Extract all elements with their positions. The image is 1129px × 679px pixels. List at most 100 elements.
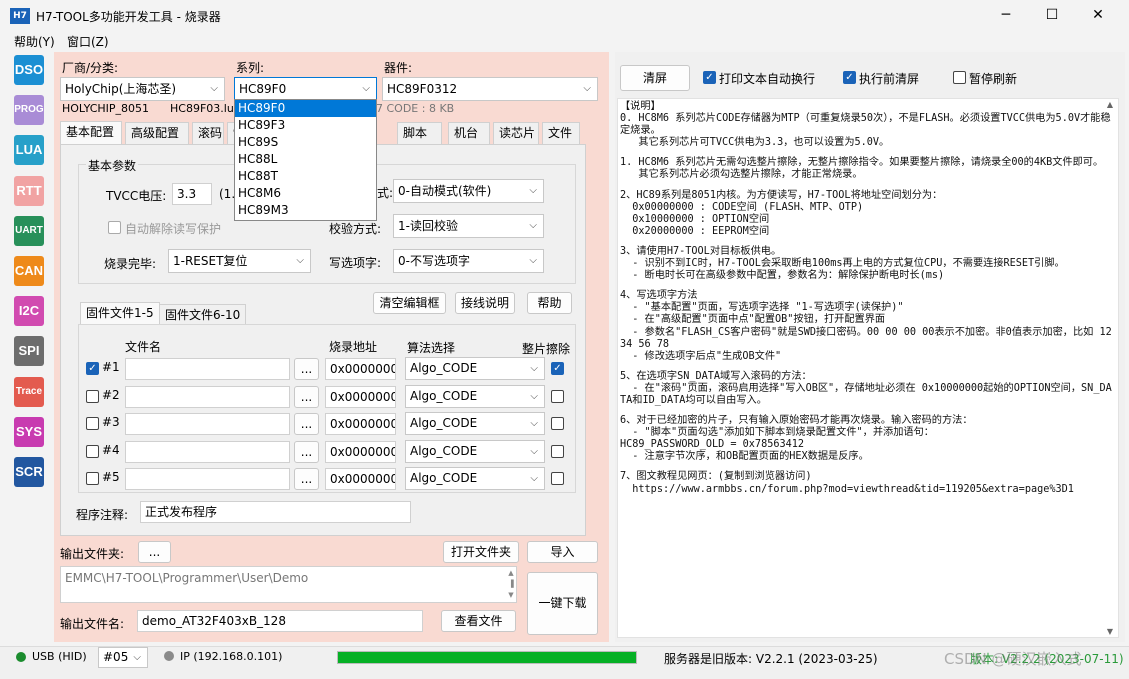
series-option[interactable]: HC89M3	[235, 202, 376, 219]
algorithm-select[interactable]: Algo_CODE ⌵	[405, 412, 545, 435]
tool-sys-button[interactable]: SYS	[14, 416, 44, 447]
tool-dso-button[interactable]: DSO	[14, 55, 44, 85]
open-folder-button[interactable]: 打开文件夹	[443, 541, 519, 563]
tab-7[interactable]: 文件	[542, 122, 580, 144]
wiring-button[interactable]: 接线说明	[455, 292, 515, 314]
series-dropdown-list[interactable]: HC89F0 HC89F3 HC89S HC88L HC88T HC8M6 HC89M3	[234, 99, 377, 221]
output-path-field[interactable]: EMMC\H7-TOOL\Programmer\User\Demo	[60, 566, 517, 603]
tool-trace-button[interactable]: Trace	[14, 376, 44, 407]
file-browse-button[interactable]: ...	[294, 386, 319, 408]
after-program-select[interactable]: 1-RESET复位 ⌵	[168, 249, 311, 273]
minimize-button[interactable]: ─	[983, 0, 1029, 31]
full-erase-checkbox[interactable]: ✓	[551, 362, 564, 375]
tool-can-button[interactable]: CAN	[14, 256, 44, 286]
close-button[interactable]: ✕	[1075, 0, 1121, 31]
tab-firmware-6-10[interactable]: 固件文件6-10	[159, 304, 247, 325]
tab-firmware-1-5[interactable]: 固件文件1-5	[80, 302, 160, 325]
tool-rtt-button[interactable]: RTT	[14, 175, 44, 206]
file-enable-checkbox[interactable]	[86, 417, 99, 430]
one-key-download-button[interactable]: 一键下载	[527, 572, 598, 635]
file-address-input[interactable]: 0x00000000	[325, 358, 396, 380]
info-code: 7 CODE : 8 KB	[376, 102, 455, 115]
comment-input[interactable]: 正式发布程序	[140, 501, 411, 523]
series-option[interactable]: HC88T	[235, 168, 376, 185]
import-button[interactable]: 导入	[527, 541, 598, 563]
log-scrollbar[interactable]: ▲ ▼	[1104, 100, 1116, 636]
full-erase-checkbox[interactable]	[551, 445, 564, 458]
file-address-input[interactable]: 0x00000000	[325, 441, 396, 463]
series-option[interactable]: HC89F0	[235, 100, 376, 117]
tab-0[interactable]: 基本配置	[60, 121, 122, 145]
tool-spi-button[interactable]: SPI	[14, 336, 44, 367]
output-filename-input[interactable]: demo_AT32F403xB_128	[137, 610, 423, 632]
file-address-input[interactable]: 0x00000000	[325, 386, 396, 408]
series-select[interactable]: HC89F0 ⌵	[234, 77, 377, 101]
file-address-input[interactable]: 0x00000000	[325, 468, 396, 490]
file-enable-checkbox[interactable]	[86, 390, 99, 403]
full-erase-checkbox[interactable]	[551, 417, 564, 430]
clear-editor-button[interactable]: 清空编辑框	[373, 292, 446, 314]
log-textarea[interactable]: 【说明】 0. HC8M6 系列芯片CODE存储器为MTP（可重复烧录50次），不…	[617, 98, 1119, 638]
tool-uart-button[interactable]: UART	[14, 215, 44, 246]
clear-screen-button[interactable]: 清屏	[620, 65, 690, 91]
help-button[interactable]: 帮助	[527, 292, 572, 314]
device-select[interactable]: HC89F0312 ⌵	[382, 77, 598, 101]
vendor-select[interactable]: HolyChip(上海芯圣) ⌵	[60, 77, 225, 101]
pause-refresh-checkbox[interactable]	[953, 71, 966, 84]
algorithm-select[interactable]: Algo_CODE ⌵	[405, 357, 545, 380]
path-scrollbar[interactable]: ▲ ▐ ▼	[506, 568, 516, 601]
file-name-input[interactable]	[125, 413, 290, 435]
file-name-input[interactable]	[125, 358, 290, 380]
port-select[interactable]: #05 ⌵	[98, 647, 148, 668]
menu-help[interactable]: 帮助(Y)	[14, 33, 55, 50]
tool-prog-button[interactable]: PROG	[14, 95, 44, 126]
maximize-button[interactable]: ☐	[1029, 0, 1075, 31]
file-enable-checkbox[interactable]: ✓	[86, 362, 99, 375]
auto-wrap-checkbox[interactable]: ✓	[703, 71, 716, 84]
verify-label: 校验方式:	[329, 222, 382, 236]
tvcc-input[interactable]: 3.3	[172, 183, 212, 205]
tool-scr-button[interactable]: SCR	[14, 457, 44, 487]
file-browse-button[interactable]: ...	[294, 358, 319, 380]
tab-5[interactable]: 机台	[448, 122, 490, 144]
tvcc-unit: (1.	[219, 187, 236, 201]
algorithm-select[interactable]: Algo_CODE ⌵	[405, 440, 545, 463]
scroll-down-icon[interactable]: ▼	[1104, 627, 1116, 636]
file-browse-button[interactable]: ...	[294, 413, 319, 435]
verify-select[interactable]: 1-读回校验 ⌵	[393, 214, 544, 238]
file-name-input[interactable]	[125, 386, 290, 408]
algorithm-select[interactable]: Algo_CODE ⌵	[405, 385, 545, 408]
clear-before-checkbox[interactable]: ✓	[843, 71, 856, 84]
tool-lua-button[interactable]: LUA	[14, 135, 44, 166]
menu-window[interactable]: 窗口(Z)	[67, 33, 109, 50]
tab-4[interactable]: 脚本	[397, 122, 442, 144]
mode-select[interactable]: 0-自动模式(软件) ⌵	[393, 179, 544, 203]
algorithm-select[interactable]: Algo_CODE ⌵	[405, 467, 545, 490]
scroll-up-icon[interactable]: ▲	[1104, 100, 1116, 109]
view-file-button[interactable]: 查看文件	[441, 610, 516, 632]
option-byte-select[interactable]: 0-不写选项字 ⌵	[393, 249, 544, 273]
comment-label: 程序注释:	[76, 508, 129, 522]
full-erase-checkbox[interactable]	[551, 390, 564, 403]
auto-unlock-checkbox[interactable]	[108, 221, 121, 234]
tool-i2c-button[interactable]: I2C	[14, 296, 44, 327]
tab-2[interactable]: 滚码	[192, 122, 224, 144]
series-option[interactable]: HC89S	[235, 134, 376, 151]
series-option[interactable]: HC88L	[235, 151, 376, 168]
series-option[interactable]: HC8M6	[235, 185, 376, 202]
option-byte-label: 写选项字:	[329, 256, 382, 270]
chevron-down-icon: ⌵	[362, 83, 370, 94]
series-option[interactable]: HC89F3	[235, 117, 376, 134]
tab-6[interactable]: 读芯片	[493, 122, 539, 144]
file-enable-checkbox[interactable]	[86, 472, 99, 485]
full-erase-checkbox[interactable]	[551, 472, 564, 485]
file-browse-button[interactable]: ...	[294, 468, 319, 490]
tab-1[interactable]: 高级配置	[125, 122, 189, 144]
file-address-input[interactable]: 0x00000000	[325, 413, 396, 435]
file-row-number: #5	[102, 470, 120, 484]
file-enable-checkbox[interactable]	[86, 445, 99, 458]
file-browse-button[interactable]: ...	[294, 441, 319, 463]
file-name-input[interactable]	[125, 468, 290, 490]
file-name-input[interactable]	[125, 441, 290, 463]
folder-browse-button[interactable]: ...	[138, 541, 171, 563]
